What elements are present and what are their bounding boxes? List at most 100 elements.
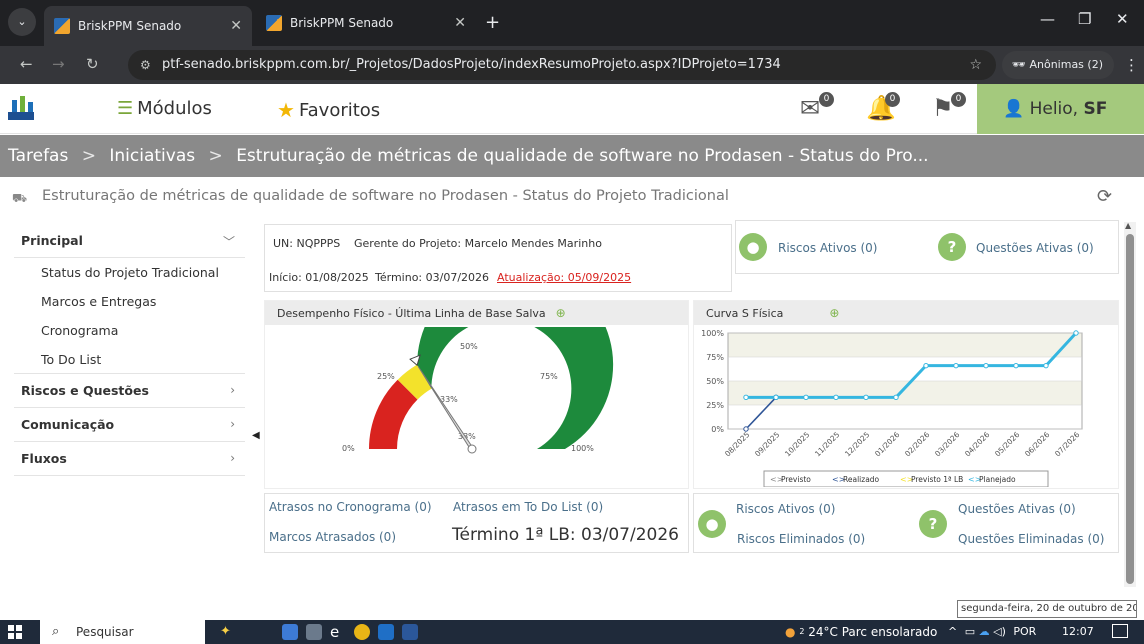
breadcrumb-tarefas[interactable]: Tarefas (8, 146, 68, 166)
atrasos-cronograma-link[interactable]: Atrasos no Cronograma (0) (269, 500, 432, 514)
chrome-icon[interactable] (354, 624, 370, 640)
questoes-ativas-link[interactable]: Questões Ativas (0) (976, 241, 1094, 255)
atrasos-todo-link[interactable]: Atrasos em To Do List (0) (453, 500, 603, 514)
sidebar-section-label: Comunicação (21, 417, 115, 432)
incognito-button[interactable]: 🕶 Anônimas (2) (1002, 51, 1114, 79)
sidebar-section-riscos[interactable]: Riscos e Questões › (14, 374, 245, 408)
address-bar[interactable]: ⚙ ptf-senado.briskppm.com.br/_Projetos/D… (128, 50, 996, 80)
site-info-icon[interactable]: ⚙ (140, 50, 151, 80)
x-tick-label: 06/2026 (1023, 430, 1052, 459)
hamburger-icon: ☰ (117, 98, 134, 119)
zoom-icon[interactable]: ⊕ (829, 306, 839, 320)
breadcrumb: Tarefas > Iniciativas > Estruturação de … (0, 135, 1144, 177)
date-tooltip: segunda-feira, 20 de outubro de 2025 (957, 600, 1137, 618)
x-tick-label: 09/2025 (753, 430, 782, 459)
page-title: Estruturação de métricas de qualidade de… (42, 188, 729, 204)
settings-icon[interactable] (306, 624, 322, 640)
series-point-1 (743, 426, 749, 432)
browser-tabstrip: ⌄ BriskPPM Senado ✕ BriskPPM Senado ✕ + … (0, 0, 1144, 46)
back-icon[interactable]: ← (20, 55, 33, 73)
notification-center-icon[interactable] (1112, 624, 1128, 638)
notifications-button[interactable]: 🔔 0 (866, 92, 900, 124)
copilot-sparkle-icon[interactable]: ✦ (220, 624, 236, 640)
outlook-icon[interactable] (378, 624, 394, 640)
refresh-icon[interactable]: ⟳ (1097, 186, 1112, 207)
question-icon: ? (938, 233, 966, 261)
gauge-zone-2 (417, 327, 614, 449)
breadcrumb-separator: > (208, 146, 223, 166)
screen: ⌄ BriskPPM Senado ✕ BriskPPM Senado ✕ + … (0, 0, 1144, 644)
bookmark-star-icon[interactable]: ☆ (969, 50, 982, 80)
flag-badge: 0 (951, 92, 966, 107)
windows-start-icon[interactable] (8, 625, 22, 639)
flags-button[interactable]: ⚑ 0 (932, 92, 966, 124)
collapse-sidebar-icon[interactable]: ◀ (252, 430, 260, 441)
x-tick-label: 05/2026 (993, 430, 1022, 459)
atualizacao-link[interactable]: Atualização: 05/09/2025 (497, 271, 631, 284)
forward-icon[interactable]: → (52, 55, 65, 73)
tab-2[interactable]: BriskPPM Senado ✕ (256, 6, 476, 40)
gauge-panel-header: Desempenho Físico - Última Linha de Base… (265, 301, 688, 325)
close-icon[interactable]: ✕ (230, 18, 242, 34)
series-point-3 (893, 394, 899, 401)
taskbar-search-input[interactable]: ⌕ Pesquisar (40, 620, 205, 644)
chart-legend: <>Previsto <>Realizado <>Previsto 1ª LB <>P… (763, 470, 1049, 487)
gauge-hub (467, 444, 477, 454)
taskbar-clock[interactable]: 12:07 (1062, 620, 1094, 644)
riscos-questoes-box: ● Riscos Ativos (0) ? Questões Ativas (0… (735, 220, 1119, 274)
modulos-menu[interactable]: ☰ Módulos (117, 98, 212, 119)
menu-kebab-icon[interactable]: ⋮ (1124, 56, 1139, 74)
scroll-up-icon[interactable]: ▲ (1125, 221, 1131, 230)
reload-icon[interactable]: ↻ (86, 55, 99, 73)
zoom-icon[interactable]: ⊕ (556, 306, 566, 320)
riscos-ativos-link[interactable]: Riscos Ativos (0) (778, 241, 877, 255)
x-tick-label: 11/2025 (813, 430, 842, 459)
favicon-icon (266, 15, 282, 31)
series-point-3 (923, 362, 929, 369)
x-tick-label: 12/2025 (843, 430, 872, 459)
task-view-icon[interactable] (282, 624, 298, 640)
breadcrumb-iniciativas[interactable]: Iniciativas (109, 146, 195, 166)
tab-1[interactable]: BriskPPM Senado ✕ (44, 6, 252, 46)
minimize-icon[interactable]: — (1040, 10, 1055, 28)
sidebar-item-marcos[interactable]: Marcos e Entregas (14, 287, 245, 316)
series-point-3 (953, 362, 959, 369)
y-tick-label: 25% (706, 401, 724, 410)
sidebar-section-comunicacao[interactable]: Comunicação › (14, 408, 245, 442)
riscos-eliminados-link[interactable]: Riscos Eliminados (0) (737, 532, 865, 546)
favoritos-menu[interactable]: ★ Favoritos (277, 98, 380, 122)
sidebar-item-todo[interactable]: To Do List (14, 345, 245, 374)
sidebar-section-fluxos[interactable]: Fluxos › (14, 442, 245, 476)
riscos-ativos-bottom-link[interactable]: Riscos Ativos (0) (736, 502, 835, 516)
questoes-eliminadas-link[interactable]: Questões Eliminadas (0) (958, 532, 1104, 546)
ie-icon[interactable]: e (330, 624, 346, 640)
series-point-3 (1013, 362, 1019, 369)
chevron-right-icon: › (230, 417, 235, 431)
window-close-icon[interactable]: ✕ (1116, 10, 1129, 28)
restore-icon[interactable]: ❐ (1078, 10, 1091, 28)
user-menu[interactable]: 👤 Helio, SF (977, 84, 1144, 134)
volume-icon: ◁) (993, 625, 1006, 638)
gauge-label-75: 75% (540, 372, 558, 381)
curva-s-header: Curva S Física ⊕ (694, 301, 1118, 325)
series-point-3 (773, 394, 779, 401)
sidebar-item-status[interactable]: Status do Projeto Tradicional (14, 258, 245, 287)
word-icon[interactable] (402, 624, 418, 640)
sidebar-section-principal[interactable]: Principal ﹀ (14, 224, 245, 258)
page-title-row: ⛟ Estruturação de métricas de qualidade … (0, 182, 1144, 214)
tab-search-icon[interactable]: ⌄ (8, 8, 36, 36)
questoes-ativas-bottom-link[interactable]: Questões Ativas (0) (958, 502, 1076, 516)
un-text: UN: NQPPPS (273, 237, 341, 250)
system-tray[interactable]: ^ ▭ ☁ ◁) POR (948, 620, 1036, 644)
x-tick-label: 03/2026 (933, 430, 962, 459)
termino-text: Término: 03/07/2026 (375, 271, 490, 284)
marcos-atrasados-link[interactable]: Marcos Atrasados (0) (269, 530, 396, 544)
scrollbar-thumb[interactable] (1126, 234, 1134, 584)
briskppm-logo[interactable] (8, 96, 34, 120)
sidebar-item-cronograma[interactable]: Cronograma (14, 316, 245, 345)
weather-widget[interactable]: ● 2 24°C Parc ensolarado (785, 620, 937, 644)
new-tab-icon[interactable]: + (485, 12, 500, 33)
close-icon[interactable]: ✕ (454, 15, 466, 31)
mail-button[interactable]: ✉ 0 (800, 92, 834, 124)
gauge-realizado-needle (417, 366, 476, 452)
